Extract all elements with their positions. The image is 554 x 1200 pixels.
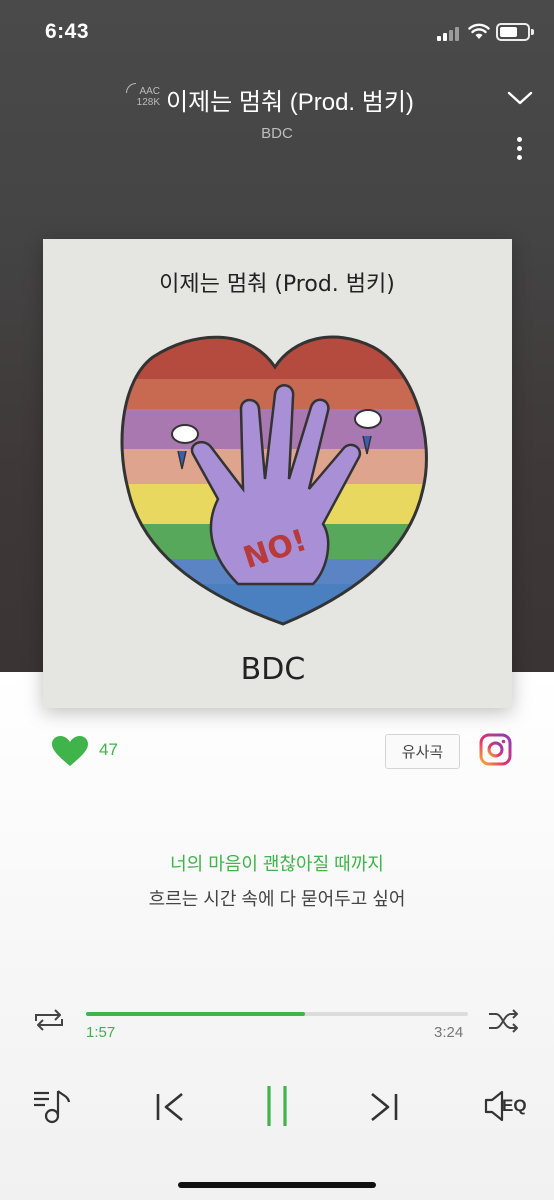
chevron-down-icon[interactable] <box>505 88 535 108</box>
instagram-icon[interactable] <box>479 733 512 766</box>
equalizer-button[interactable]: EQ <box>483 1089 529 1123</box>
audio-bitrate-label: 128K <box>136 97 160 108</box>
status-time: 6:43 <box>45 20 90 43</box>
wifi-icon <box>468 23 490 39</box>
more-options-icon[interactable] <box>510 135 530 165</box>
audio-format-label: AAC <box>139 86 160 97</box>
like-count: 47 <box>99 740 118 759</box>
home-indicator <box>178 1182 376 1188</box>
similar-songs-button[interactable]: 유사곡 <box>385 734 460 769</box>
repeat-icon[interactable] <box>32 1006 66 1034</box>
lyric-next-line[interactable]: 흐르는 시간 속에 다 묻어두고 싶어 <box>0 885 554 911</box>
artist-name[interactable]: BDC <box>0 125 554 142</box>
cellular-signal-icon <box>437 25 461 41</box>
battery-icon <box>496 23 534 41</box>
lyric-current-line[interactable]: 너의 마음이 괜찮아질 때까지 <box>0 850 554 876</box>
shuffle-icon[interactable] <box>487 1007 521 1035</box>
album-art: 이제는 멈춰 (Prod. 범키) NO! BDC <box>43 239 512 708</box>
total-time: 3:24 <box>434 1024 464 1041</box>
song-title: 이제는 멈춰 (Prod. 범키) <box>166 89 414 116</box>
previous-track-icon[interactable] <box>152 1091 188 1123</box>
progress-bar[interactable] <box>86 1012 468 1016</box>
next-track-icon[interactable] <box>366 1091 402 1123</box>
playlist-icon[interactable] <box>32 1087 74 1125</box>
album-cover-drawing: 이제는 멈춰 (Prod. 범키) NO! BDC <box>43 239 512 708</box>
equalizer-label: EQ <box>502 1096 527 1115</box>
elapsed-time: 1:57 <box>86 1024 116 1041</box>
status-bar: 6:43 <box>0 0 554 66</box>
heart-icon[interactable] <box>50 734 90 768</box>
pause-icon[interactable] <box>262 1084 292 1128</box>
album-handwritten-title: 이제는 멈춰 (Prod. 범키) <box>159 272 395 297</box>
progress-bar-fill <box>86 1012 306 1016</box>
album-artist-text: BDC <box>241 652 306 687</box>
audio-quality-badge: AAC 128K <box>124 83 160 109</box>
